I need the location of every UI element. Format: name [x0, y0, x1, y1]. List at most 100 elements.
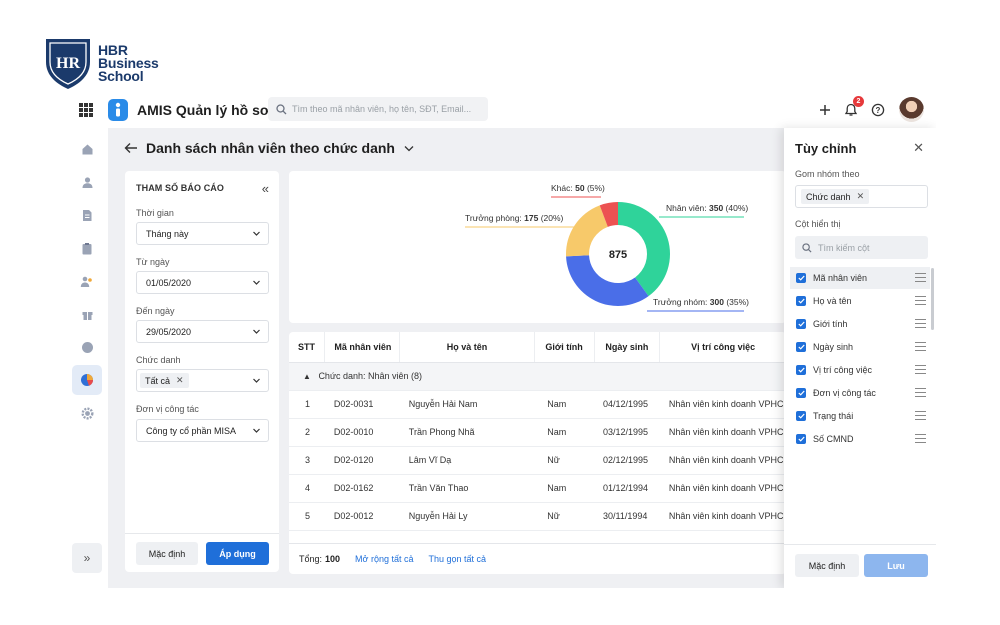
nav-settings-icon[interactable] — [72, 398, 102, 428]
cell-birthdate: 01/12/1994 — [594, 474, 660, 503]
customize-panel: Tùy chỉnh ✕ Gom nhóm theo Chức danh ✕ Cộ… — [784, 128, 936, 588]
nav-user-icon[interactable] — [72, 167, 102, 197]
expand-all-link[interactable]: Mở rộng tất cả — [355, 554, 413, 564]
unit-select[interactable]: Công ty cổ phần MISA — [136, 419, 269, 442]
table-footer: Tổng: 100 Mở rộng tất cả Thu gọn tất cả — [289, 543, 786, 574]
checkbox-checked-icon[interactable] — [796, 319, 806, 329]
back-arrow-icon[interactable] — [124, 142, 138, 154]
group-row[interactable]: ▲ Chức danh: Nhân viên (8) — [289, 362, 786, 391]
close-icon[interactable]: ✕ — [913, 140, 924, 156]
nav-document-icon[interactable] — [72, 200, 102, 230]
drag-handle-icon[interactable] — [915, 319, 926, 331]
employee-table-panel: STT Mã nhân viên Họ và tên Giới tính Ngà… — [289, 332, 786, 574]
column-header[interactable]: Giới tính — [534, 332, 595, 363]
column-option[interactable]: Giới tính — [790, 313, 930, 335]
column-header[interactable]: Mã nhân viên — [324, 332, 401, 363]
collapse-all-link[interactable]: Thu gọn tất cả — [428, 554, 486, 564]
report-params-panel: THAM SỐ BÁO CÁO « Thời gian Tháng này Từ… — [125, 171, 279, 572]
cell-name: Lâm Vĩ Dạ — [399, 446, 535, 475]
drag-handle-icon[interactable] — [915, 411, 926, 423]
nav-clipboard-icon[interactable] — [72, 233, 102, 263]
donut-slice[interactable] — [566, 255, 649, 306]
column-option-label: Đơn vị công tác — [813, 388, 876, 398]
drag-handle-icon[interactable] — [915, 388, 926, 400]
table-row[interactable]: 3 D02-0120 Lâm Vĩ Dạ Nữ 02/12/1995 Nhân … — [289, 446, 786, 475]
checkbox-checked-icon[interactable] — [796, 273, 806, 283]
save-button[interactable]: Lưu — [864, 554, 928, 577]
donut-slice[interactable] — [566, 205, 608, 257]
drag-handle-icon[interactable] — [915, 365, 926, 377]
group-by-chip-label: Chức danh — [806, 191, 851, 202]
unit-label: Đơn vị công tác — [136, 404, 199, 414]
cell-birthdate: 30/11/1994 — [594, 502, 660, 531]
column-option-label: Số CMND — [813, 434, 854, 444]
column-header[interactable]: STT — [289, 332, 326, 363]
nav-gift-icon[interactable] — [72, 299, 102, 329]
remove-chip-icon[interactable]: ✕ — [176, 375, 184, 386]
collapse-group-icon[interactable]: ▲ — [303, 372, 311, 381]
nav-report-icon[interactable] — [72, 365, 102, 395]
apply-button[interactable]: Áp dụng — [206, 542, 269, 565]
avatar[interactable] — [899, 97, 924, 122]
from-date-picker[interactable]: 01/05/2020 — [136, 271, 269, 294]
column-search-input[interactable] — [818, 242, 918, 253]
drag-handle-icon[interactable] — [915, 342, 926, 354]
search-input[interactable] — [292, 104, 482, 114]
checkbox-checked-icon[interactable] — [796, 388, 806, 398]
table-row[interactable]: 1 D02-0031 Nguyễn Hải Nam Nam 04/12/1995… — [289, 390, 786, 419]
checkbox-checked-icon[interactable] — [796, 342, 806, 352]
column-header[interactable]: Vị trí công việc — [659, 332, 786, 363]
default-button[interactable]: Mặc định — [136, 542, 198, 565]
drag-handle-icon[interactable] — [915, 434, 926, 446]
slice-label: Nhân viên: 350 (40%) — [666, 203, 748, 213]
checkbox-checked-icon[interactable] — [796, 296, 806, 306]
scrollbar[interactable] — [931, 268, 934, 330]
bell-icon[interactable]: 2 — [842, 96, 864, 119]
column-option[interactable]: Đơn vị công tác — [790, 382, 930, 404]
column-header[interactable]: Họ và tên — [399, 332, 535, 363]
drag-handle-icon[interactable] — [915, 273, 926, 285]
to-date-label: Đến ngày — [136, 306, 175, 316]
column-option-label: Trạng thái — [813, 411, 854, 421]
cell-position: Nhân viên kinh doanh VPHCI — [659, 418, 786, 447]
column-header[interactable]: Ngày sinh — [594, 332, 661, 363]
app-logo-icon[interactable] — [108, 99, 128, 121]
app-grid-icon[interactable] — [79, 103, 93, 117]
expand-nav-icon[interactable]: » — [72, 543, 102, 573]
brand-text: HBR Business School — [98, 43, 159, 84]
reset-default-button[interactable]: Mặc định — [795, 554, 859, 577]
cell-position: Nhân viên kinh doanh VPHCI — [659, 502, 786, 531]
job-title-select[interactable]: Tất cả ✕ — [136, 369, 269, 392]
column-option[interactable]: Vị trí công việc — [790, 359, 930, 381]
add-icon[interactable] — [816, 101, 834, 119]
checkbox-checked-icon[interactable] — [796, 411, 806, 421]
global-search[interactable] — [268, 97, 488, 121]
table-row[interactable]: 4 D02-0162 Trần Văn Thao Nam 01/12/1994 … — [289, 474, 786, 503]
time-select[interactable]: Tháng này — [136, 222, 269, 245]
column-option[interactable]: Họ và tên — [790, 290, 930, 312]
group-by-select[interactable]: Chức danh ✕ — [795, 185, 928, 208]
cell-position: Nhân viên kinh doanh VPHCI — [659, 446, 786, 475]
collapse-panel-icon[interactable]: « — [262, 181, 269, 196]
table-row[interactable]: 5 D02-0012 Nguyễn Hải Ly Nữ 30/11/1994 N… — [289, 502, 786, 531]
column-option[interactable]: Ngày sinh — [790, 336, 930, 358]
table-row[interactable]: 2 D02-0010 Trần Phong Nhã Nam 03/12/1995… — [289, 418, 786, 447]
drag-handle-icon[interactable] — [915, 296, 926, 308]
column-option[interactable]: Trạng thái — [790, 405, 930, 427]
brand-line-3: School — [98, 67, 144, 84]
help-icon[interactable]: ? — [869, 101, 887, 119]
nav-team-icon[interactable] — [72, 266, 102, 296]
nav-info-icon[interactable] — [72, 332, 102, 362]
chevron-down-icon[interactable] — [404, 145, 414, 152]
column-option[interactable]: Số CMND — [790, 428, 930, 450]
column-option[interactable]: Mã nhân viên — [790, 267, 930, 289]
chart-panel: Nhân viên: 350 (40%) Trưởng nhóm: 300 (35… — [289, 171, 786, 323]
remove-chip-icon[interactable]: ✕ — [857, 191, 865, 202]
to-date-picker[interactable]: 29/05/2020 — [136, 320, 269, 343]
nav-home-icon[interactable] — [72, 134, 102, 164]
column-search[interactable] — [795, 236, 928, 259]
columns-label: Cột hiển thị — [795, 219, 841, 229]
checkbox-checked-icon[interactable] — [796, 434, 806, 444]
chevron-down-icon — [253, 428, 260, 433]
checkbox-checked-icon[interactable] — [796, 365, 806, 375]
